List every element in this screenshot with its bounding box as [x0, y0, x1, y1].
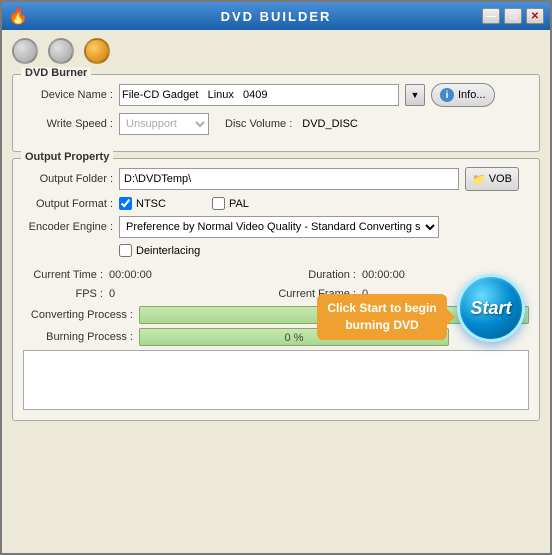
output-property-label: Output Property: [21, 151, 113, 163]
output-folder-label: Output Folder :: [23, 173, 113, 185]
log-area[interactable]: [23, 350, 529, 410]
window-body: DVD Burner Device Name : ▼ i Info... Wri…: [2, 30, 550, 553]
deinterlacing-label: Deinterlacing: [136, 245, 200, 257]
fps-label: FPS :: [23, 288, 103, 300]
info-icon: i: [440, 88, 454, 102]
device-name-row: Device Name : ▼ i Info...: [23, 83, 529, 107]
start-button[interactable]: Start: [457, 274, 525, 342]
window-title: DVD BUILDER: [221, 9, 332, 24]
info-button-label: Info...: [458, 89, 486, 101]
title-bar-buttons: — □ ✕: [482, 8, 544, 24]
current-time-value: 00:00:00: [109, 269, 169, 281]
vob-button[interactable]: 📁 VOB: [465, 167, 519, 191]
traffic-light-1: [12, 38, 38, 64]
device-name-label: Device Name :: [23, 89, 113, 101]
dvd-burner-group: DVD Burner Device Name : ▼ i Info... Wri…: [12, 74, 540, 152]
output-folder-row: Output Folder : 📁 VOB: [23, 167, 529, 191]
write-speed-select[interactable]: Unsupport: [119, 113, 209, 135]
output-folder-input[interactable]: [119, 168, 459, 190]
progress-section: Converting Process : 0 % Burning Process…: [23, 306, 529, 346]
encoder-engine-row: Encoder Engine : Preference by Normal Vi…: [23, 216, 529, 238]
main-window: 🔥 DVD BUILDER — □ ✕ DVD Burner Device Na…: [0, 0, 552, 555]
maximize-button[interactable]: □: [504, 8, 522, 24]
disc-volume-value: DVD_DISC: [302, 118, 358, 130]
info-button[interactable]: i Info...: [431, 83, 495, 107]
title-bar: 🔥 DVD BUILDER — □ ✕: [2, 2, 550, 30]
current-time-row: Current Time : 00:00:00: [23, 267, 276, 283]
stats-grid: Current Time : 00:00:00 Duration : 00:00…: [23, 267, 529, 302]
deinterlacing-row: Deinterlacing: [119, 244, 529, 257]
output-property-group: Output Property Output Folder : 📁 VOB Ou…: [12, 158, 540, 421]
current-time-label: Current Time :: [23, 269, 103, 281]
duration-label: Duration :: [276, 269, 356, 281]
ntsc-checkbox[interactable]: [119, 197, 132, 210]
start-tooltip: Click Start to begin burning DVD: [317, 294, 447, 340]
ntsc-label: NTSC: [136, 198, 166, 210]
disc-volume-label: Disc Volume :: [225, 118, 292, 130]
start-section: Burning Process : 0 % Click Start to beg…: [23, 328, 529, 346]
write-speed-row: Write Speed : Unsupport Disc Volume : DV…: [23, 113, 529, 135]
folder-icon: 📁: [472, 173, 486, 186]
pal-label: PAL: [229, 198, 249, 210]
pal-checkbox-item: PAL: [212, 197, 249, 210]
start-button-label: Start: [470, 298, 511, 319]
write-speed-label: Write Speed :: [23, 118, 113, 130]
output-format-label: Output Format :: [23, 198, 113, 210]
duration-value: 00:00:00: [362, 269, 422, 281]
flame-icon: 🔥: [8, 6, 28, 26]
deinterlacing-checkbox[interactable]: [119, 244, 132, 257]
ntsc-checkbox-item: NTSC: [119, 197, 166, 210]
burning-label: Burning Process :: [23, 331, 133, 343]
traffic-lights: [12, 38, 540, 64]
minimize-button[interactable]: —: [482, 8, 500, 24]
pal-checkbox[interactable]: [212, 197, 225, 210]
close-button[interactable]: ✕: [526, 8, 544, 24]
device-name-input[interactable]: [119, 84, 399, 106]
fps-row: FPS : 0: [23, 286, 276, 302]
encoder-engine-label: Encoder Engine :: [23, 221, 113, 233]
traffic-light-3: [84, 38, 110, 64]
burning-progress-row: Burning Process : 0 %: [23, 328, 529, 346]
dvd-burner-label: DVD Burner: [21, 67, 91, 79]
output-format-row: Output Format : NTSC PAL: [23, 197, 529, 210]
traffic-light-2: [48, 38, 74, 64]
vob-button-label: VOB: [489, 173, 512, 185]
converting-label: Converting Process :: [23, 309, 133, 321]
fps-value: 0: [109, 288, 169, 300]
device-dropdown-btn[interactable]: ▼: [405, 84, 425, 106]
encoder-engine-select[interactable]: Preference by Normal Video Quality - Sta…: [119, 216, 439, 238]
